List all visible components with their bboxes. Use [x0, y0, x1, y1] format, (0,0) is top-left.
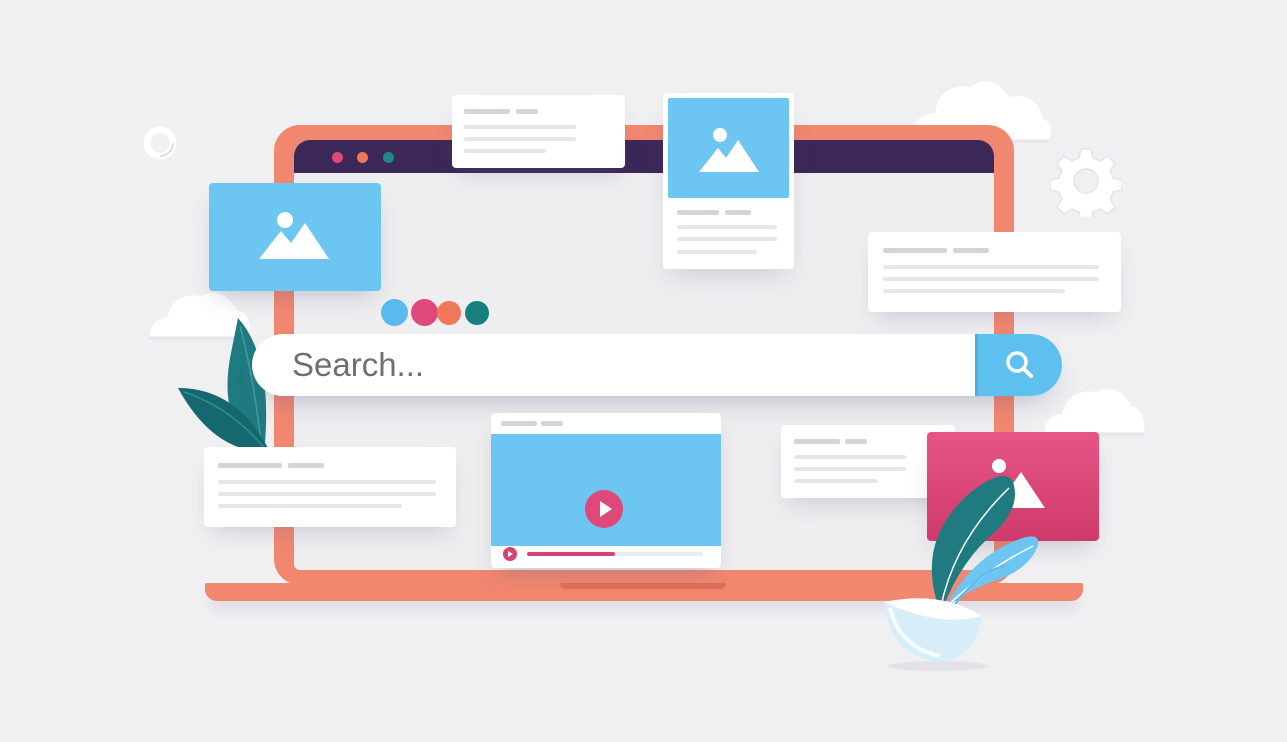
video-progress-bar[interactable] [527, 552, 703, 556]
image-card[interactable] [209, 183, 381, 291]
window-maximize-dot[interactable] [383, 152, 394, 163]
search-icon [1006, 351, 1033, 378]
gear-icon [1049, 145, 1123, 222]
play-button[interactable] [585, 490, 623, 528]
play-icon [600, 501, 612, 517]
search-button[interactable] [975, 334, 1062, 396]
cloud-icon [1040, 378, 1148, 436]
window-close-dot[interactable] [332, 152, 343, 163]
illustration-scene: Search... [0, 0, 1287, 742]
text-card[interactable] [868, 232, 1121, 312]
image-icon [259, 212, 329, 259]
ring-icon [143, 126, 177, 160]
color-dot-blue[interactable] [381, 299, 408, 326]
video-player-card[interactable] [491, 413, 721, 568]
image-icon [668, 98, 789, 198]
text-card[interactable] [452, 95, 625, 168]
video-progress-fill [527, 552, 615, 556]
window-minimize-dot[interactable] [357, 152, 368, 163]
bowl-icon [880, 592, 990, 672]
color-dot-pink[interactable] [411, 299, 438, 326]
laptop-notch [560, 583, 726, 589]
play-icon [508, 551, 513, 557]
video-screen[interactable] [491, 434, 721, 546]
image-post-card[interactable] [663, 93, 794, 269]
color-dot-orange[interactable] [437, 301, 461, 325]
mini-play-button[interactable] [503, 547, 517, 561]
text-card[interactable] [204, 447, 456, 527]
search-input[interactable]: Search... [292, 334, 424, 396]
search-bar[interactable]: Search... [252, 334, 1062, 396]
color-dot-teal[interactable] [465, 301, 489, 325]
browser-title-bar [294, 140, 994, 173]
